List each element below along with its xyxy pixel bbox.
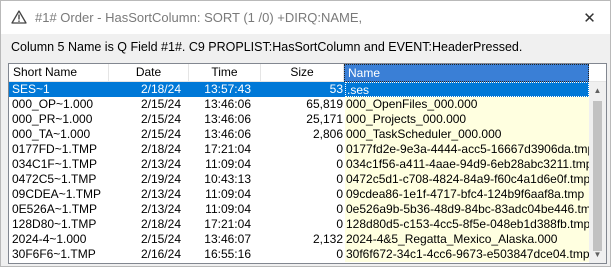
cell-name: 09cdea86-1e1f-4717-bfc4-124b9f6aaf8a.tmp bbox=[345, 187, 589, 202]
scroll-thumb[interactable] bbox=[593, 101, 602, 251]
cell-short-name: 30F6F6~1.TMP bbox=[12, 247, 96, 261]
file-list[interactable]: Short Name Date Time Size Name SES~1 2/18… bbox=[8, 63, 607, 264]
cell-size: 65,819 bbox=[306, 97, 343, 111]
column-header-name[interactable]: Name bbox=[344, 64, 589, 82]
cell-short-name: 000_PR~1.000 bbox=[12, 112, 93, 126]
chevron-up-icon: ▲ bbox=[593, 86, 602, 95]
cell-name: 0e526a9b-5b36-48d9-84bc-83adc04be446.tmp bbox=[345, 202, 589, 217]
cell-size: 2,806 bbox=[312, 127, 343, 141]
cell-short-name: 0E526A~1.TMP bbox=[12, 202, 98, 216]
table-row[interactable]: 000_TA~1.000 2/15/24 13:46:06 2,806 000_Task… bbox=[9, 127, 589, 142]
cell-short-name: 0177FD~1.TMP bbox=[12, 142, 98, 156]
table-row[interactable]: SES~1 2/18/24 13:57:43 53 .ses bbox=[9, 82, 589, 97]
cell-size: 25,171 bbox=[306, 112, 343, 126]
cell-time: 17:21:04 bbox=[204, 142, 251, 156]
table-row[interactable]: 000_PR~1.000 2/15/24 13:46:06 25,171 000_Pro… bbox=[9, 112, 589, 127]
cell-time: 13:46:06 bbox=[204, 127, 251, 141]
cell-name: 0177fd2e-9e3a-4444-acc5-16667d3906da.tmp bbox=[345, 142, 589, 157]
cell-size: 0 bbox=[336, 217, 343, 231]
cell-size: 0 bbox=[336, 172, 343, 186]
cell-size: 0 bbox=[336, 142, 343, 156]
scroll-up-button[interactable]: ▲ bbox=[589, 82, 606, 99]
cell-name: 000_OpenFiles_000.000 bbox=[345, 97, 589, 112]
cell-short-name: 034C1F~1.TMP bbox=[12, 157, 98, 171]
cell-date: 2/16/24 bbox=[140, 247, 181, 261]
cell-short-name: 000_TA~1.000 bbox=[12, 127, 91, 141]
cell-time: 17:21:04 bbox=[204, 217, 251, 231]
table-row[interactable]: 0E526A~1.TMP 2/13/24 11:09:04 0 0e526a9b-5b3… bbox=[9, 202, 589, 217]
cell-name: 30f6f672-34c1-4cc6-9673-e503847dce04.tmp bbox=[345, 247, 589, 262]
table-row[interactable]: 0472C5~1.TMP 2/19/24 10:43:13 0 0472c5d1-c70… bbox=[9, 172, 589, 187]
table-row[interactable]: 2024-4~1.000 2/15/24 13:46:07 2,132 2024-4&5… bbox=[9, 232, 589, 247]
cell-time: 13:46:06 bbox=[204, 97, 251, 111]
column-header-size[interactable]: Size bbox=[261, 64, 344, 82]
info-message: Column 5 Name is Q Field #1#. C9 PROPLIS… bbox=[11, 40, 523, 54]
cell-name: 000_Projects_000.000 bbox=[345, 112, 589, 127]
close-button[interactable]: ✕ bbox=[569, 1, 610, 34]
table-row[interactable]: 0177FD~1.TMP 2/18/24 17:21:04 0 0177fd2e-9e3… bbox=[9, 142, 589, 157]
cell-date: 2/13/24 bbox=[140, 187, 181, 201]
cell-size: 0 bbox=[336, 157, 343, 171]
cell-time: 16:55:16 bbox=[204, 247, 251, 261]
title-bar[interactable]: #1# Order - HasSortColumn: SORT (1 /0) +… bbox=[1, 1, 610, 34]
close-icon: ✕ bbox=[583, 9, 596, 27]
cell-date: 2/15/24 bbox=[140, 127, 181, 141]
column-header-date[interactable]: Date bbox=[109, 64, 189, 82]
cell-short-name: 2024-4~1.000 bbox=[12, 232, 87, 246]
cell-date: 2/15/24 bbox=[140, 112, 181, 126]
vertical-scrollbar[interactable]: ▲ ▼ bbox=[589, 82, 606, 263]
cell-name: .ses bbox=[345, 82, 589, 97]
table-row[interactable]: 000_OP~1.000 2/15/24 13:46:06 65,819 000_Ope… bbox=[9, 97, 589, 112]
column-header-short-name[interactable]: Short Name bbox=[9, 64, 109, 82]
table-row[interactable]: 128D80~1.TMP 2/18/24 17:21:04 0 128d80d5-c15… bbox=[9, 217, 589, 232]
cell-date: 2/18/24 bbox=[140, 82, 181, 96]
cell-date: 2/15/24 bbox=[140, 97, 181, 111]
cell-date: 2/18/24 bbox=[140, 142, 181, 156]
cell-date: 2/13/24 bbox=[140, 157, 181, 171]
cell-short-name: 000_OP~1.000 bbox=[12, 97, 94, 111]
cell-short-name: 09CDEA~1.TMP bbox=[12, 187, 102, 201]
cell-time: 13:46:07 bbox=[204, 232, 251, 246]
cell-time: 11:09:04 bbox=[205, 202, 251, 216]
cell-date: 2/15/24 bbox=[140, 232, 181, 246]
cell-date: 2/19/24 bbox=[140, 172, 181, 186]
warning-triangle-icon bbox=[11, 10, 27, 24]
dialog-window: #1# Order - HasSortColumn: SORT (1 /0) +… bbox=[0, 0, 611, 267]
cell-time: 13:57:43 bbox=[204, 82, 251, 96]
cell-time: 10:43:13 bbox=[204, 172, 251, 186]
cell-name: 000_TaskScheduler_000.000 bbox=[345, 127, 589, 142]
table-row[interactable]: 30F6F6~1.TMP 2/16/24 16:55:16 0 30f6f672-34c… bbox=[9, 247, 589, 262]
cell-time: 11:09:04 bbox=[205, 187, 251, 201]
cell-date: 2/13/24 bbox=[140, 202, 181, 216]
scroll-down-button[interactable]: ▼ bbox=[589, 246, 606, 263]
cell-size: 0 bbox=[336, 247, 343, 261]
cell-name: 2024-4&5_Regatta_Mexico_Alaska.000 bbox=[345, 232, 589, 247]
table-row[interactable]: 09CDEA~1.TMP 2/13/24 11:09:04 0 09cdea86-1e1… bbox=[9, 187, 589, 202]
list-header: Short Name Date Time Size Name bbox=[9, 64, 606, 82]
cell-time: 11:09:04 bbox=[205, 157, 251, 171]
column-header-time[interactable]: Time bbox=[189, 64, 261, 82]
chevron-down-icon: ▼ bbox=[593, 250, 602, 259]
cell-short-name: SES~1 bbox=[12, 82, 50, 96]
cell-size: 53 bbox=[329, 82, 343, 96]
cell-time: 13:46:06 bbox=[204, 112, 251, 126]
cell-size: 2,132 bbox=[312, 232, 343, 246]
window-title: #1# Order - HasSortColumn: SORT (1 /0) +… bbox=[35, 10, 363, 25]
cell-name: 0472c5d1-c708-4824-84a9-f60c4a1d6e0f.tmp bbox=[345, 172, 589, 187]
cell-short-name: 0472C5~1.TMP bbox=[12, 172, 97, 186]
cell-short-name: 128D80~1.TMP bbox=[12, 217, 97, 231]
cell-date: 2/18/24 bbox=[140, 217, 181, 231]
cell-name: 034c1f56-a411-4aae-94d9-6eb28abc3211.tmp bbox=[345, 157, 589, 172]
cell-size: 0 bbox=[336, 202, 343, 216]
cell-name: 128d80d5-c153-4cc5-8f5e-048eb1d388fb.tmp bbox=[345, 217, 589, 232]
cell-size: 0 bbox=[336, 187, 343, 201]
table-row[interactable]: 034C1F~1.TMP 2/13/24 11:09:04 0 034c1f56-a41… bbox=[9, 157, 589, 172]
